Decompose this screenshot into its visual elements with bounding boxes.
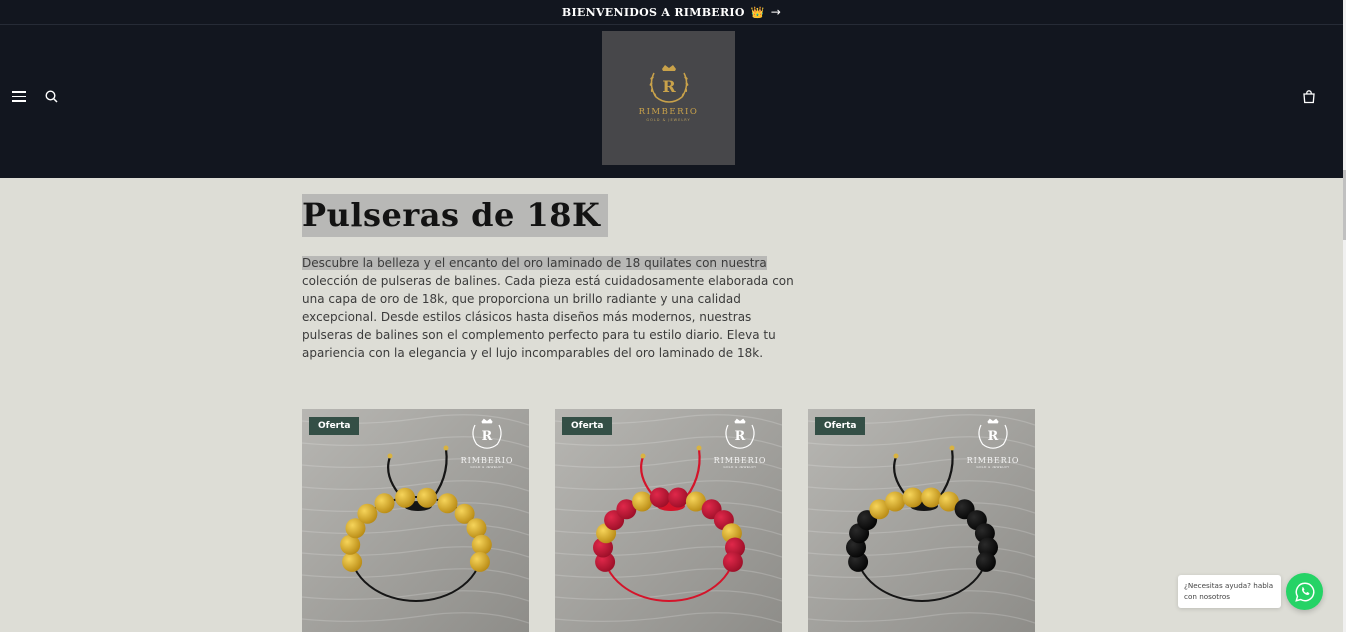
bracelet-bead <box>885 491 906 512</box>
menu-icon[interactable] <box>12 88 32 106</box>
cord-end-bead <box>387 453 393 459</box>
watermark-name: RIMBERIO <box>460 456 514 465</box>
whatsapp-button[interactable] <box>1286 573 1323 610</box>
description-rest: colección de pulseras de balines. Cada p… <box>302 274 794 360</box>
cord-end-bead <box>949 445 955 451</box>
laurel-crown-icon: R <box>978 418 1008 449</box>
cart-icon[interactable] <box>1300 88 1318 106</box>
chat-prompt[interactable]: ¿Necesitas ayuda? habla con nosotros <box>1178 575 1281 608</box>
crown-icon: 👑 <box>750 5 765 19</box>
watermark-tagline: GOLD & JEWELRY <box>470 465 504 469</box>
whatsapp-icon <box>1294 582 1315 602</box>
bracelet-bead <box>649 487 670 508</box>
search-icon[interactable] <box>43 88 61 106</box>
svg-text:R: R <box>662 77 676 96</box>
logo-name: RIMBERIO <box>638 107 699 117</box>
bracelet-bead <box>374 493 395 514</box>
bracelet-bead <box>632 491 653 512</box>
product-card[interactable]: Oferta R RIMBERIO GOLD & JEWELRY <box>808 409 1035 632</box>
bracelet-bead <box>921 487 942 508</box>
watermark-logo: R RIMBERIO GOLD & JEWELRY <box>457 415 517 469</box>
sale-badge: Oferta <box>309 417 360 435</box>
bracelet-bead <box>902 487 923 508</box>
watermark-logo: R RIMBERIO GOLD & JEWELRY <box>710 415 770 469</box>
product-card[interactable]: Oferta R RIMBERIO GOLD & JEWELRY <box>555 409 782 632</box>
bracelet-bead <box>471 534 492 555</box>
site-header: R RIMBERIO GOLD & JEWELRY <box>0 25 1343 178</box>
laurel-crown-icon: R <box>472 418 502 449</box>
logo-tagline: GOLD & JEWELRY <box>646 118 691 122</box>
svg-text:R: R <box>735 429 746 444</box>
watermark-name: RIMBERIO <box>966 456 1020 465</box>
bracelet-bead <box>975 551 996 572</box>
site-logo[interactable]: R RIMBERIO GOLD & JEWELRY <box>602 31 735 165</box>
bracelet-bead <box>668 487 689 508</box>
product-card[interactable]: Oferta R RIMBERIO GOLD & JEWELRY <box>302 409 529 632</box>
laurel-crown-icon: R <box>649 65 688 103</box>
bracelet-bead <box>437 493 458 514</box>
bracelet-bead <box>416 487 437 508</box>
bracelet-bead <box>722 551 743 572</box>
watermark-name: RIMBERIO <box>713 456 767 465</box>
cord-end-bead <box>640 453 646 459</box>
bracelet-bead <box>342 551 363 572</box>
bracelet-bead <box>357 503 378 524</box>
watermark-tagline: GOLD & JEWELRY <box>976 465 1010 469</box>
cord-end-bead <box>893 453 899 459</box>
bracelet-bead <box>469 551 490 572</box>
laurel-crown-icon: R <box>725 418 755 449</box>
description-highlight: Descubre la belleza y el encanto del oro… <box>302 256 767 270</box>
svg-text:R: R <box>482 429 493 444</box>
announcement-bar[interactable]: BIENVENIDOS A RIMBERIO 👑 → <box>0 0 1343 25</box>
collection-description: Descubre la belleza y el encanto del oro… <box>302 254 794 362</box>
sale-badge: Oferta <box>815 417 866 435</box>
cord-end-bead <box>696 445 702 451</box>
sale-badge: Oferta <box>562 417 613 435</box>
cord-end-bead <box>443 445 449 451</box>
bracelet-bead <box>395 487 416 508</box>
svg-text:R: R <box>988 429 999 444</box>
announcement-text: BIENVENIDOS A RIMBERIO <box>561 5 745 19</box>
watermark-tagline: GOLD & JEWELRY <box>723 465 757 469</box>
arrow-right-icon[interactable]: → <box>771 5 781 19</box>
watermark-logo: R RIMBERIO GOLD & JEWELRY <box>963 415 1023 469</box>
page-title: Pulseras de 18K <box>302 194 609 237</box>
